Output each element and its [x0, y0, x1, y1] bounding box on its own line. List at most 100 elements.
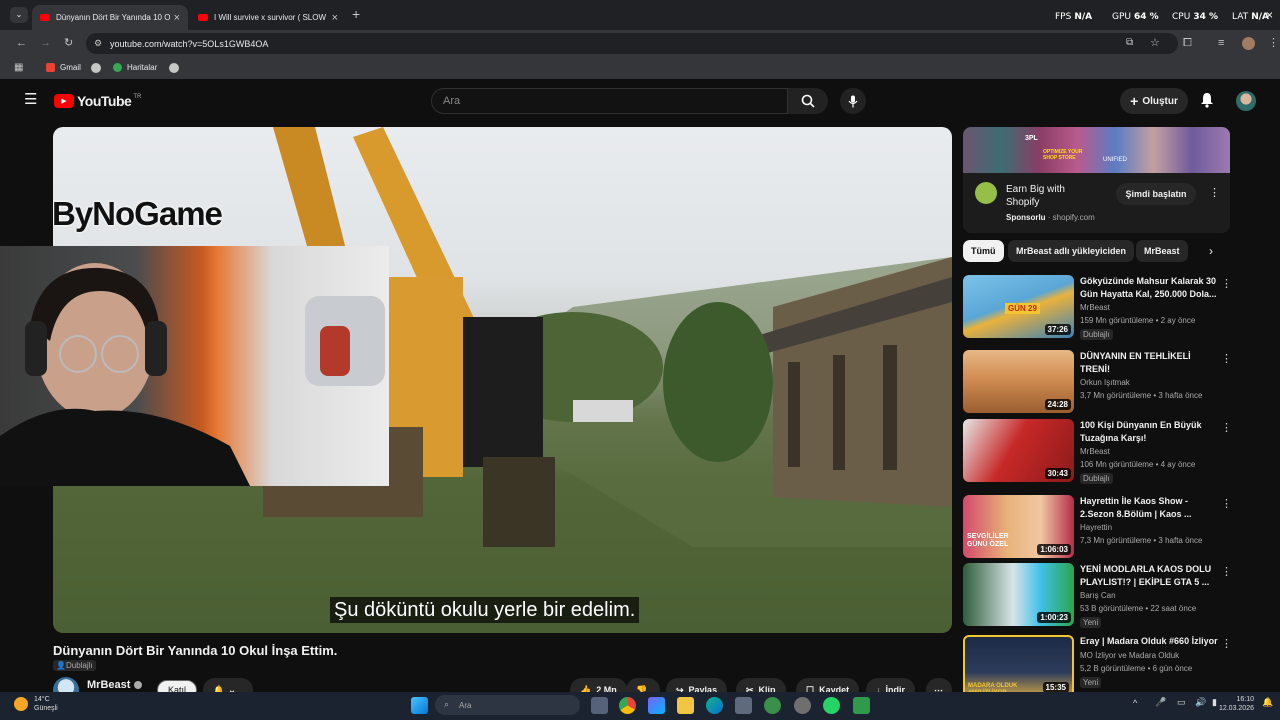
new-tab-button[interactable]: +: [352, 6, 360, 22]
lat-readout: LAT N/A: [1232, 12, 1269, 22]
notifications-bell-icon[interactable]: [1200, 92, 1214, 113]
weather-widget[interactable]: 14°C Güneşli: [34, 695, 58, 713]
tray-overflow-icon[interactable]: ^: [1133, 698, 1137, 708]
clock-time: 16:10: [1236, 696, 1254, 703]
forward-icon[interactable]: →: [40, 37, 51, 49]
channel-name[interactable]: Barış Can: [1080, 591, 1116, 600]
bookmark-gmail[interactable]: Gmail: [46, 63, 81, 72]
media-control-icon[interactable]: ≡: [1218, 37, 1224, 49]
video-menu-icon[interactable]: ⋮: [1221, 565, 1232, 578]
browser-menu-icon[interactable]: ⋮: [1268, 37, 1279, 49]
app-icon[interactable]: [764, 697, 781, 714]
recommendation-item[interactable]: GÜN 29 37:26 Gökyüzünde Mahsur Kalarak 3…: [963, 275, 1253, 340]
taskbar-search-input[interactable]: ⌕ Ara: [435, 695, 580, 715]
browser-tab-active[interactable]: Dünyanın Dört Bir Yanında 10 O ×: [32, 5, 188, 30]
gpu-label: GPU: [1112, 12, 1131, 22]
youtube-logo[interactable]: ▶ YouTube TR: [54, 93, 141, 109]
windows-start-icon[interactable]: [411, 697, 428, 714]
gmail-icon: [46, 63, 55, 72]
sponsored-label: Sponsorlu: [1006, 213, 1046, 222]
address-bar[interactable]: ⚙ youtube.com/watch?v=5OLs1GWB4OA ⧉ ☆: [86, 33, 1178, 54]
ad-menu-icon[interactable]: ⋮: [1209, 186, 1220, 199]
chip-from-uploader[interactable]: MrBeast adlı yükleyiciden: [1008, 240, 1135, 262]
channel-name-text: MrBeast: [87, 679, 131, 691]
recommendation-item[interactable]: 1:00:23 YENİ MODLARLA KAOS DOLU PLAYLIST…: [963, 563, 1253, 628]
close-tab-icon[interactable]: ×: [332, 12, 338, 24]
video-menu-icon[interactable]: ⋮: [1221, 497, 1232, 510]
recommendation-item[interactable]: 30:43 100 Kişi Dünyanın En Büyük Tuzağın…: [963, 419, 1253, 484]
clock[interactable]: 16:10 12.03.2026: [1214, 695, 1254, 713]
install-icon[interactable]: ⧉: [1126, 37, 1133, 48]
search-input[interactable]: Ara: [431, 88, 788, 114]
create-button[interactable]: + Oluştur: [1120, 88, 1188, 114]
ad-banner-text: OPTIMIZE YOUR SHOP STORE: [1043, 149, 1083, 161]
extensions-icon[interactable]: ⧠: [1183, 37, 1192, 49]
chip-mrbeast[interactable]: MrBeast: [1136, 240, 1188, 262]
apps-grid-icon[interactable]: ▦: [14, 62, 23, 73]
video-menu-icon[interactable]: ⋮: [1221, 421, 1232, 434]
chrome-icon[interactable]: [619, 697, 636, 714]
chevron-right-icon[interactable]: ›: [1209, 244, 1213, 258]
microphone-tray-icon[interactable]: 🎤: [1155, 697, 1166, 708]
video-title[interactable]: Hayrettin İle Kaos Show - 2.Sezon 8.Bölü…: [1080, 495, 1218, 521]
network-icon[interactable]: ▭: [1177, 697, 1186, 708]
microphone-icon[interactable]: [840, 88, 866, 114]
edge-icon[interactable]: [706, 697, 723, 714]
channel-name[interactable]: Hayrettin: [1080, 523, 1112, 532]
globe-icon[interactable]: [91, 63, 101, 73]
close-tab-icon[interactable]: ×: [174, 12, 180, 24]
video-thumbnail[interactable]: MADARA OLDUK #660 İZLİYOR 15:35: [963, 635, 1074, 698]
search-icon[interactable]: [788, 88, 828, 114]
video-title[interactable]: 100 Kişi Dünyanın En Büyük Tuzağına Karş…: [1080, 419, 1218, 445]
copilot-icon[interactable]: [648, 697, 665, 714]
video-menu-icon[interactable]: ⋮: [1221, 637, 1232, 650]
channel-name[interactable]: MrBeast: [1080, 447, 1110, 456]
app-icon[interactable]: [853, 697, 870, 714]
channel-name[interactable]: Orkun Işıtmak: [1080, 378, 1130, 387]
recommendation-item[interactable]: MADARA OLDUK #660 İZLİYOR 15:35 Eray | M…: [963, 635, 1253, 699]
browser-tab-bar: ⌄ Dünyanın Dört Bir Yanında 10 O × I Wil…: [0, 0, 1280, 30]
recommendation-item[interactable]: SEVGİLİLER GÜNÜ ÖZEL 1:06:03 Hayrettin İ…: [963, 495, 1253, 559]
store-icon[interactable]: [735, 697, 752, 714]
weather-icon[interactable]: [14, 697, 28, 711]
ad-cta-button[interactable]: Şimdi başlatın: [1116, 183, 1196, 205]
site-info-icon[interactable]: ⚙: [94, 38, 102, 49]
reload-icon[interactable]: ↻: [64, 37, 73, 49]
video-title[interactable]: Eray | Madara Olduk #660 İzliyor: [1080, 635, 1218, 648]
whatsapp-icon[interactable]: [823, 697, 840, 714]
video-thumbnail[interactable]: GÜN 29 37:26: [963, 275, 1074, 338]
recommendation-item[interactable]: 24:28 DÜNYANIN EN TEHLİKELİ TRENİ! Orkun…: [963, 350, 1253, 414]
window-close-icon[interactable]: ×: [1266, 8, 1273, 22]
channel-name[interactable]: MrBeast: [1080, 303, 1110, 312]
video-title[interactable]: Gökyüzünde Mahsur Kalarak 30 Gün Hayatta…: [1080, 275, 1218, 301]
channel-name[interactable]: MrBeast: [87, 679, 143, 691]
video-thumbnail[interactable]: SEVGİLİLER GÜNÜ ÖZEL 1:06:03: [963, 495, 1074, 558]
video-title[interactable]: DÜNYANIN EN TEHLİKELİ TRENİ!: [1080, 350, 1218, 376]
profile-avatar[interactable]: [1242, 37, 1255, 50]
tab-search-button[interactable]: ⌄: [10, 7, 28, 23]
video-menu-icon[interactable]: ⋮: [1221, 352, 1232, 365]
task-view-icon[interactable]: [591, 697, 608, 714]
app-icon[interactable]: [794, 697, 811, 714]
channel-name[interactable]: MO İzliyor ve Madara Olduk: [1080, 651, 1179, 660]
video-thumbnail[interactable]: 1:00:23: [963, 563, 1074, 626]
notification-center-icon[interactable]: 🔔: [1262, 697, 1273, 708]
hamburger-menu-icon[interactable]: ☰: [24, 92, 37, 107]
video-thumbnail[interactable]: 30:43: [963, 419, 1074, 482]
bookmark-star-icon[interactable]: ☆: [1150, 36, 1160, 49]
video-menu-icon[interactable]: ⋮: [1221, 277, 1232, 290]
back-icon[interactable]: ←: [16, 37, 27, 49]
ad-banner-text: UNIFIED: [1103, 157, 1127, 163]
streamer-overlay-text: ByNoGame: [53, 195, 223, 232]
globe-icon[interactable]: [169, 63, 179, 73]
video-title[interactable]: YENİ MODLARLA KAOS DOLU PLAYLIST!? | EKİ…: [1080, 563, 1218, 589]
bookmark-maps[interactable]: Haritalar: [113, 63, 157, 72]
country-code: TR: [133, 93, 142, 100]
browser-tab[interactable]: I Will survive x survivor ( SLOW ×: [190, 5, 346, 30]
volume-icon[interactable]: 🔊: [1195, 697, 1206, 708]
chip-all[interactable]: Tümü: [963, 240, 1004, 262]
video-thumbnail[interactable]: 24:28: [963, 350, 1074, 413]
file-explorer-icon[interactable]: [677, 697, 694, 714]
sponsored-ad[interactable]: 3PL OPTIMIZE YOUR SHOP STORE UNIFIED Ear…: [963, 127, 1230, 233]
account-avatar[interactable]: [1236, 91, 1256, 111]
